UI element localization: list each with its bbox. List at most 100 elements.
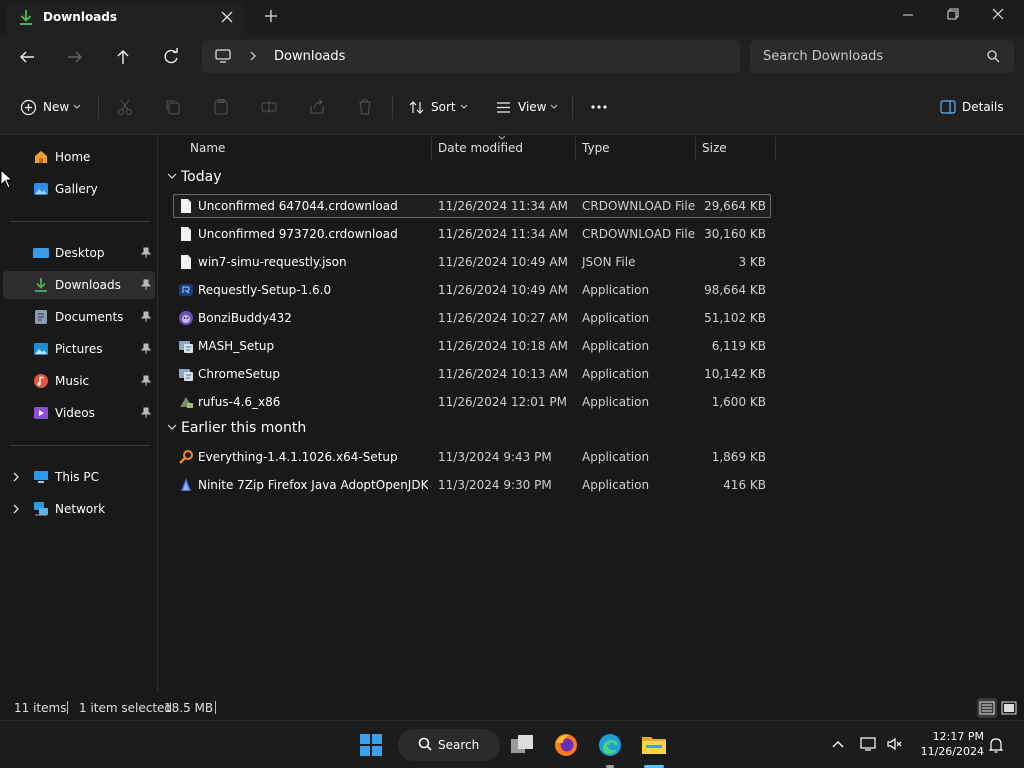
sidebar-item-videos[interactable]: Videos <box>3 399 155 427</box>
file-size: 98,664 KB <box>704 283 766 297</box>
file-row[interactable]: win7-simu-requestly.json 11/26/2024 10:4… <box>173 250 771 274</box>
sort-button[interactable]: Sort <box>408 96 468 118</box>
minimize-icon[interactable] <box>896 5 920 25</box>
divider <box>572 95 573 119</box>
file-row[interactable]: rufus-4.6_x86 11/26/2024 12:01 PM Applic… <box>173 390 771 414</box>
volume-muted-icon[interactable] <box>886 736 904 752</box>
file-size: 3 KB <box>738 255 766 269</box>
sidebar-item-pictures[interactable]: Pictures <box>3 335 155 363</box>
file-row[interactable]: Unconfirmed 973720.crdownload 11/26/2024… <box>173 222 771 246</box>
divider <box>215 701 216 714</box>
chevron-right-icon[interactable] <box>12 471 20 483</box>
file-type: CRDOWNLOAD File <box>582 199 696 213</box>
file-name: ChromeSetup <box>198 367 280 381</box>
pin-icon[interactable] <box>141 375 151 387</box>
file-type: Application <box>582 450 650 464</box>
pin-icon[interactable] <box>141 247 151 259</box>
new-tab-icon[interactable] <box>262 7 280 25</box>
column-header-type[interactable]: Type <box>575 135 695 161</box>
view-button[interactable]: View <box>495 96 558 118</box>
file-type: Application <box>582 339 650 353</box>
navigation-bar: Downloads Search Downloads <box>0 34 1024 79</box>
clock-time: 12:17 PM <box>932 730 984 743</box>
file-date: 11/26/2024 11:34 AM <box>438 227 568 241</box>
sidebar-item-network[interactable]: Network <box>3 495 155 523</box>
sidebar-item-this-pc[interactable]: This PC <box>3 463 155 491</box>
file-row[interactable]: Everything-1.4.1.1026.x64-Setup 11/3/202… <box>173 445 771 469</box>
group-header-today[interactable]: Today <box>167 168 367 190</box>
share-icon[interactable] <box>308 98 326 116</box>
pin-icon[interactable] <box>141 311 151 323</box>
chevron-down-icon <box>167 173 177 179</box>
search-icon <box>418 737 432 751</box>
windows-start-icon[interactable] <box>357 731 385 759</box>
pin-icon[interactable] <box>141 279 151 291</box>
sidebar-label: Music <box>55 374 90 388</box>
edge-icon[interactable] <box>596 731 624 759</box>
forward-arrow-icon[interactable] <box>64 46 86 68</box>
more-options-icon[interactable] <box>590 98 608 116</box>
file-size: 51,102 KB <box>704 311 766 325</box>
installer-icon <box>179 341 193 353</box>
sidebar-item-gallery[interactable]: Gallery <box>3 175 155 203</box>
search-input[interactable]: Search Downloads <box>750 40 1014 73</box>
file-type: Application <box>582 478 650 492</box>
back-arrow-icon[interactable] <box>16 46 38 68</box>
column-divider[interactable] <box>775 137 776 161</box>
sidebar-item-desktop[interactable]: Desktop <box>3 239 155 267</box>
pin-icon[interactable] <box>141 407 151 419</box>
pin-icon[interactable] <box>141 343 151 355</box>
sidebar-label: Network <box>55 502 106 516</box>
file-row[interactable]: ChromeSetup 11/26/2024 10:13 AM Applicat… <box>173 362 771 386</box>
new-button[interactable]: New <box>20 96 81 118</box>
chevron-down-icon <box>551 104 558 109</box>
file-row[interactable]: Unconfirmed 647044.crdownload 11/26/2024… <box>173 194 771 218</box>
column-header-date[interactable]: Date modified <box>431 135 575 161</box>
taskbar-search-button[interactable]: Search <box>398 729 500 761</box>
chevron-right-icon[interactable] <box>248 48 258 64</box>
sidebar-label: Documents <box>55 310 124 324</box>
music-icon <box>34 374 48 388</box>
rename-icon[interactable] <box>260 98 278 116</box>
tab-downloads[interactable]: Downloads <box>6 2 244 34</box>
column-header-size[interactable]: Size <box>695 135 775 161</box>
sidebar-item-music[interactable]: Music <box>3 367 155 395</box>
chevron-right-icon[interactable] <box>12 503 20 515</box>
clock[interactable]: 12:17 PM 11/26/2024 <box>912 729 984 759</box>
cut-icon[interactable] <box>116 98 134 116</box>
restore-icon[interactable] <box>940 5 964 25</box>
delete-icon[interactable] <box>356 98 374 116</box>
column-label: Size <box>702 141 727 155</box>
file-explorer-icon[interactable] <box>640 731 668 759</box>
close-tab-icon[interactable] <box>218 8 236 26</box>
copy-icon[interactable] <box>164 98 182 116</box>
notification-bell-icon[interactable] <box>988 736 1004 754</box>
sidebar-item-home[interactable]: Home <box>3 143 155 171</box>
refresh-icon[interactable] <box>160 46 182 68</box>
firefox-icon[interactable] <box>552 731 580 759</box>
details-button[interactable]: Details <box>940 96 1004 118</box>
group-label: Today <box>181 169 222 185</box>
sidebar-item-documents[interactable]: Documents <box>3 303 155 331</box>
sidebar-label: Downloads <box>55 278 121 292</box>
view-label: View <box>518 100 547 114</box>
tiles-view-icon[interactable] <box>999 698 1019 718</box>
address-bar[interactable]: Downloads <box>202 40 740 73</box>
paste-icon[interactable] <box>212 98 230 116</box>
file-row[interactable]: MASH_Setup 11/26/2024 10:18 AM Applicati… <box>173 334 771 358</box>
requestly-icon <box>179 284 193 296</box>
details-label: Details <box>962 100 1004 114</box>
sidebar-item-downloads[interactable]: Downloads <box>3 271 155 299</box>
details-view-icon[interactable] <box>977 698 997 718</box>
display-icon[interactable] <box>860 736 878 752</box>
column-header-name[interactable]: Name <box>173 135 431 161</box>
selection-count: 1 item selected <box>79 701 173 715</box>
group-header-earlier-this-month[interactable]: Earlier this month <box>167 419 387 441</box>
up-arrow-icon[interactable] <box>112 46 134 68</box>
task-view-icon[interactable] <box>508 731 536 759</box>
file-row[interactable]: Ninite 7Zip Firefox Java AdoptOpenJDK x.… <box>173 473 771 497</box>
file-row[interactable]: Requestly-Setup-1.6.0 11/26/2024 10:49 A… <box>173 278 771 302</box>
close-window-icon[interactable] <box>986 5 1010 25</box>
file-row[interactable]: BonziBuddy432 11/26/2024 10:27 AM Applic… <box>173 306 771 330</box>
chevron-up-icon[interactable] <box>832 739 844 749</box>
